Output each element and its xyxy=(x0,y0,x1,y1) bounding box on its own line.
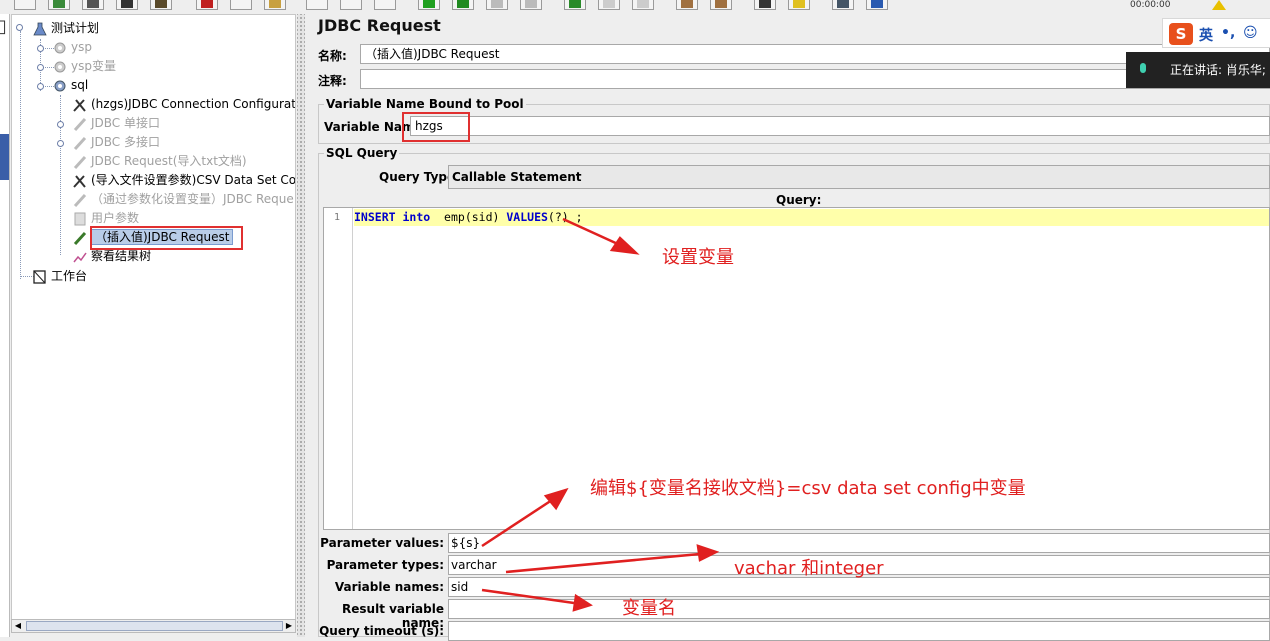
warning-icon[interactable] xyxy=(1212,0,1226,10)
copy-icon[interactable] xyxy=(230,0,252,10)
voice-chat-indicator: 正在讲话: 肖乐华; xyxy=(1126,52,1270,88)
pen-icon xyxy=(72,193,88,207)
variable-names-label: Variable names: xyxy=(334,580,444,594)
shutdown-icon[interactable] xyxy=(520,0,542,10)
start-no-pause-icon[interactable] xyxy=(452,0,474,10)
ime-emoji-icon[interactable]: ☺ xyxy=(1243,25,1258,41)
variable-names-field[interactable]: sid xyxy=(448,577,1270,597)
save-icon[interactable] xyxy=(116,0,138,10)
tree-item-jdbc-request-param[interactable]: （通过参数化设置变量）JDBC Reque xyxy=(72,190,294,208)
pen-icon xyxy=(72,155,88,169)
pen-icon xyxy=(72,136,88,150)
tree-item-sql[interactable]: sql xyxy=(52,76,88,94)
page-title: JDBC Request xyxy=(318,16,441,35)
paste-icon[interactable] xyxy=(264,0,286,10)
sql-query-legend: SQL Query xyxy=(324,146,400,160)
query-header: Query: xyxy=(776,193,822,207)
document-icon xyxy=(72,212,88,226)
annotation-set-variable: 设置变量 xyxy=(662,247,734,268)
toggle-icon[interactable] xyxy=(374,0,396,10)
workbench-icon xyxy=(32,269,48,284)
templates-icon[interactable] xyxy=(48,0,70,10)
name-label: 名称: xyxy=(318,49,347,63)
scroll-right-icon[interactable]: ▶ xyxy=(283,621,295,631)
toolbar: 00:00:00 xyxy=(0,0,1270,14)
ime-punctuation-toggle[interactable]: •, xyxy=(1221,25,1235,41)
parameter-values-field[interactable]: ${s} xyxy=(448,533,1270,553)
gear-icon xyxy=(52,41,68,55)
tree-item-user-parameters[interactable]: 用户参数 xyxy=(72,209,139,227)
clear-all-icon[interactable] xyxy=(710,0,732,10)
tree-item-ysp-variables[interactable]: ysp变量 xyxy=(52,57,116,75)
help-icon[interactable] xyxy=(866,0,888,10)
background-window-edge: ▯ xyxy=(0,14,10,637)
save-screenshot-icon[interactable] xyxy=(150,0,172,10)
query-timeout-label: Query timeout (s): xyxy=(319,624,444,638)
remote-stop-icon[interactable] xyxy=(598,0,620,10)
line-gutter: 1 xyxy=(324,208,353,529)
ime-language-toggle[interactable]: 英 xyxy=(1199,25,1213,45)
function-helper-icon[interactable] xyxy=(832,0,854,10)
tree-item-jdbc-request-txt[interactable]: JDBC Request(导入txt文档) xyxy=(72,152,247,170)
pane-splitter[interactable] xyxy=(297,14,305,637)
microphone-icon xyxy=(1140,63,1146,73)
annotation-edit-note: 编辑${变量名接收文档}=csv data set config中变量 xyxy=(590,478,1026,499)
search-icon[interactable] xyxy=(754,0,776,10)
gear-icon xyxy=(52,60,68,74)
tree-item-csv-data-set[interactable]: (导入文件设置参数)CSV Data Set Cor xyxy=(72,171,295,189)
result-variable-field[interactable] xyxy=(448,599,1270,619)
tree-workbench[interactable]: 工作台 xyxy=(32,267,87,285)
open-icon[interactable] xyxy=(82,0,104,10)
reset-search-icon[interactable] xyxy=(788,0,810,10)
highlight-box-variable-name xyxy=(402,112,470,142)
tree-item-jdbc-connection-config[interactable]: (hzgs)JDBC Connection Configuratio xyxy=(72,95,295,113)
clear-icon[interactable] xyxy=(676,0,698,10)
remote-exit-icon[interactable] xyxy=(632,0,654,10)
chart-icon xyxy=(72,250,88,264)
variable-name-field[interactable]: hzgs xyxy=(410,116,1270,136)
stop-icon[interactable] xyxy=(486,0,508,10)
pen-icon xyxy=(72,117,88,131)
elapsed-time: 00:00:00 xyxy=(1130,0,1171,10)
start-icon[interactable] xyxy=(418,0,440,10)
tree-horizontal-scrollbar[interactable]: ◀ ▶ xyxy=(11,619,296,633)
test-plan-tree[interactable]: 测试计划 ysp ysp变量 sql (hzgs)JDBC Connection… xyxy=(11,14,296,620)
comment-label: 注释: xyxy=(318,74,347,88)
remote-start-icon[interactable] xyxy=(564,0,586,10)
expand-icon[interactable] xyxy=(306,0,328,10)
query-line[interactable]: INSERT into emp(sid) VALUES(?) ; xyxy=(354,209,1269,226)
annotation-types-note: vachar 和integer xyxy=(734,558,884,579)
tree-root-test-plan[interactable]: 测试计划 xyxy=(32,19,99,37)
highlight-box-selected-node xyxy=(90,226,243,250)
query-timeout-field[interactable] xyxy=(448,621,1270,641)
cut-icon[interactable] xyxy=(196,0,218,10)
pool-legend: Variable Name Bound to Pool xyxy=(324,97,526,111)
scroll-left-icon[interactable]: ◀ xyxy=(12,621,24,631)
new-icon[interactable] xyxy=(14,0,36,10)
tree-item-ysp[interactable]: ysp xyxy=(52,38,92,56)
wrench-icon xyxy=(72,174,88,188)
annotation-variable-name-note: 变量名 xyxy=(622,598,676,619)
query-type-select[interactable]: Callable Statement xyxy=(448,165,1270,189)
collapse-icon[interactable] xyxy=(340,0,362,10)
ime-toolbar[interactable]: S 英 •, ☺ xyxy=(1162,18,1270,48)
parameter-types-label: Parameter types: xyxy=(326,558,444,572)
sogou-logo-icon[interactable]: S xyxy=(1169,23,1193,45)
flask-icon xyxy=(32,22,48,36)
tree-item-jdbc-single[interactable]: JDBC 单接口 xyxy=(72,114,160,132)
wrench-icon xyxy=(72,98,88,112)
parameter-values-label: Parameter values: xyxy=(320,536,444,550)
pen-icon xyxy=(72,231,88,245)
jdbc-request-panel: JDBC Request 名称: （插入值)JDBC Request 注释: V… xyxy=(306,14,1270,641)
tree-item-jdbc-multi[interactable]: JDBC 多接口 xyxy=(72,133,160,151)
gear-icon xyxy=(52,79,68,93)
scroll-thumb[interactable] xyxy=(26,621,283,631)
